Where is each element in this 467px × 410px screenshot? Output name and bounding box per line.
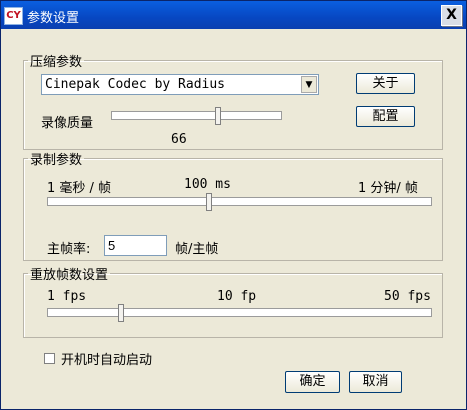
codec-selected-value: Cinepak Codec by Radius bbox=[45, 77, 226, 92]
keyframe-input[interactable] bbox=[104, 235, 167, 256]
autostart-label[interactable]: 开机时自动启动 bbox=[61, 349, 152, 368]
keyframe-label: 主帧率: bbox=[47, 242, 91, 257]
playback-mid-label: 10 fp bbox=[217, 289, 257, 304]
about-button[interactable]: 关于 bbox=[356, 73, 415, 94]
close-button[interactable]: X bbox=[441, 5, 462, 26]
config-button[interactable]: 配置 bbox=[356, 106, 415, 127]
recording-legend: 录制参数 bbox=[30, 153, 83, 168]
quality-label: 录像质量 bbox=[41, 116, 94, 131]
playback-max-label: 50 fps bbox=[384, 289, 431, 304]
app-icon: CY bbox=[4, 7, 23, 25]
recording-slider-track[interactable] bbox=[47, 197, 432, 206]
quality-value: 66 bbox=[171, 132, 187, 147]
recording-max-label: 1 分钟/ 帧 bbox=[358, 181, 418, 196]
settings-dialog: CY 参数设置 X 压缩参数 Cinepak Codec by Radius ▼… bbox=[0, 0, 467, 410]
recording-min-label: 1 毫秒 / 帧 bbox=[47, 181, 112, 196]
playback-slider-thumb[interactable] bbox=[118, 304, 124, 322]
cancel-button[interactable]: 取消 bbox=[349, 371, 402, 393]
chevron-down-icon[interactable]: ▼ bbox=[301, 76, 317, 93]
recording-slider-thumb[interactable] bbox=[206, 193, 212, 211]
quality-slider-track[interactable] bbox=[111, 111, 282, 120]
window-title: 参数设置 bbox=[27, 11, 80, 26]
codec-select[interactable]: Cinepak Codec by Radius ▼ bbox=[41, 74, 319, 95]
playback-min-label: 1 fps bbox=[47, 289, 87, 304]
compression-legend: 压缩参数 bbox=[30, 55, 83, 70]
title-bar[interactable]: CY 参数设置 X bbox=[1, 1, 466, 29]
playback-slider-track[interactable] bbox=[47, 308, 432, 317]
recording-mid-label: 100 ms bbox=[184, 177, 231, 192]
keyframe-unit: 帧/主帧 bbox=[175, 242, 219, 257]
autostart-checkbox[interactable] bbox=[44, 353, 55, 364]
compression-group: 压缩参数 bbox=[23, 51, 443, 150]
quality-slider-thumb[interactable] bbox=[215, 107, 221, 125]
playback-legend: 重放帧数设置 bbox=[30, 268, 109, 283]
ok-button[interactable]: 确定 bbox=[285, 371, 340, 393]
